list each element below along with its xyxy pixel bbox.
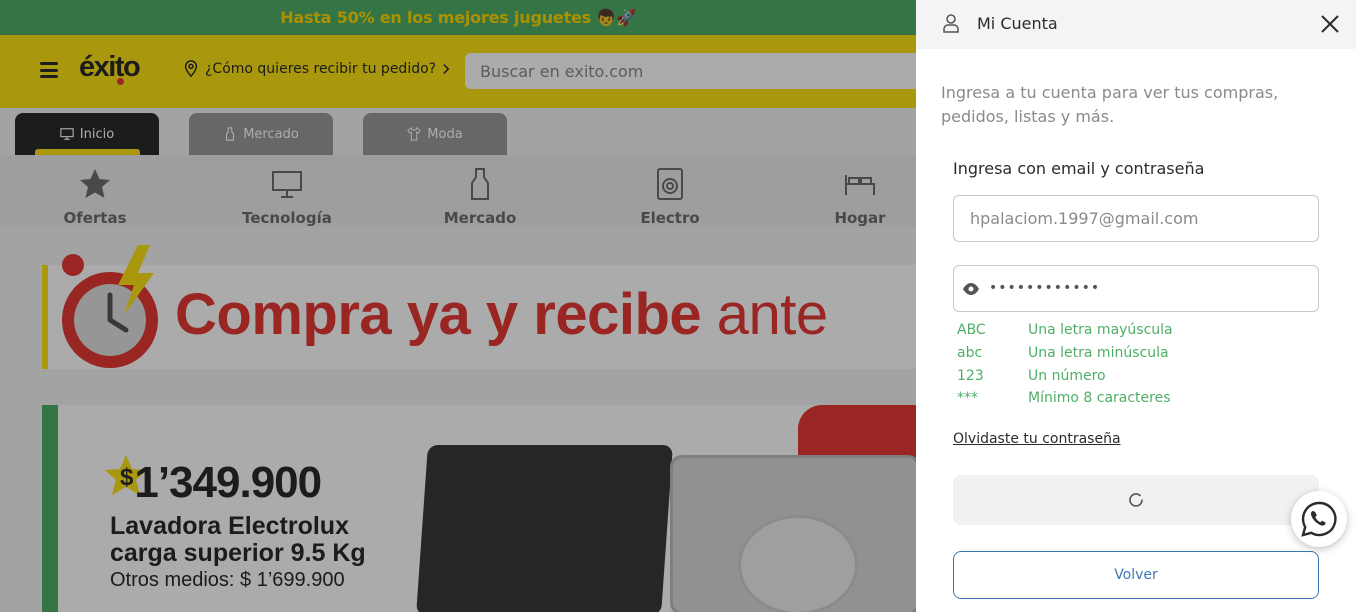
- password-rules: ABC Una letra mayúscula abc Una letra minú…: [957, 319, 1173, 410]
- rule-number: 123 Un número: [957, 364, 1173, 387]
- rule-lowercase: abc Una letra minúscula: [957, 342, 1173, 365]
- close-icon[interactable]: [1318, 12, 1342, 36]
- email-field[interactable]: [953, 195, 1319, 242]
- panel-intro-text: Ingresa a tu cuenta para ver tus compras…: [941, 83, 1279, 126]
- rule-text: Una letra minúscula: [1028, 345, 1169, 362]
- modal-overlay[interactable]: [0, 0, 916, 612]
- background-page: Hasta 50% en los mejores juguetes 👦🚀 éxi…: [0, 0, 916, 612]
- password-field[interactable]: ••••••••••••: [953, 265, 1319, 312]
- eye-icon[interactable]: [962, 281, 980, 297]
- rule-min-length: *** Mínimo 8 caracteres: [957, 387, 1173, 410]
- rule-code: ***: [957, 390, 978, 407]
- rule-uppercase: ABC Una letra mayúscula: [957, 319, 1173, 342]
- whatsapp-icon: [1301, 501, 1337, 537]
- login-submit-button[interactable]: [953, 475, 1319, 525]
- login-form-title: Ingresa con email y contraseña: [953, 159, 1205, 178]
- password-mask: ••••••••••••: [989, 280, 1101, 296]
- panel-header: Mi Cuenta: [916, 0, 1356, 49]
- loading-spinner-icon: [1129, 493, 1143, 507]
- rule-code: abc: [957, 345, 983, 362]
- rule-code: ABC: [957, 322, 986, 339]
- back-button[interactable]: Volver: [953, 551, 1319, 599]
- rule-code: 123: [957, 367, 984, 384]
- rule-text: Una letra mayúscula: [1028, 322, 1173, 339]
- forgot-password-link[interactable]: Olvidaste tu contraseña: [953, 431, 1121, 447]
- whatsapp-button[interactable]: [1291, 491, 1347, 547]
- panel-title: Mi Cuenta: [977, 14, 1058, 33]
- user-icon: [943, 14, 959, 33]
- rule-text: Mínimo 8 caracteres: [1028, 390, 1171, 407]
- rule-text: Un número: [1028, 367, 1106, 384]
